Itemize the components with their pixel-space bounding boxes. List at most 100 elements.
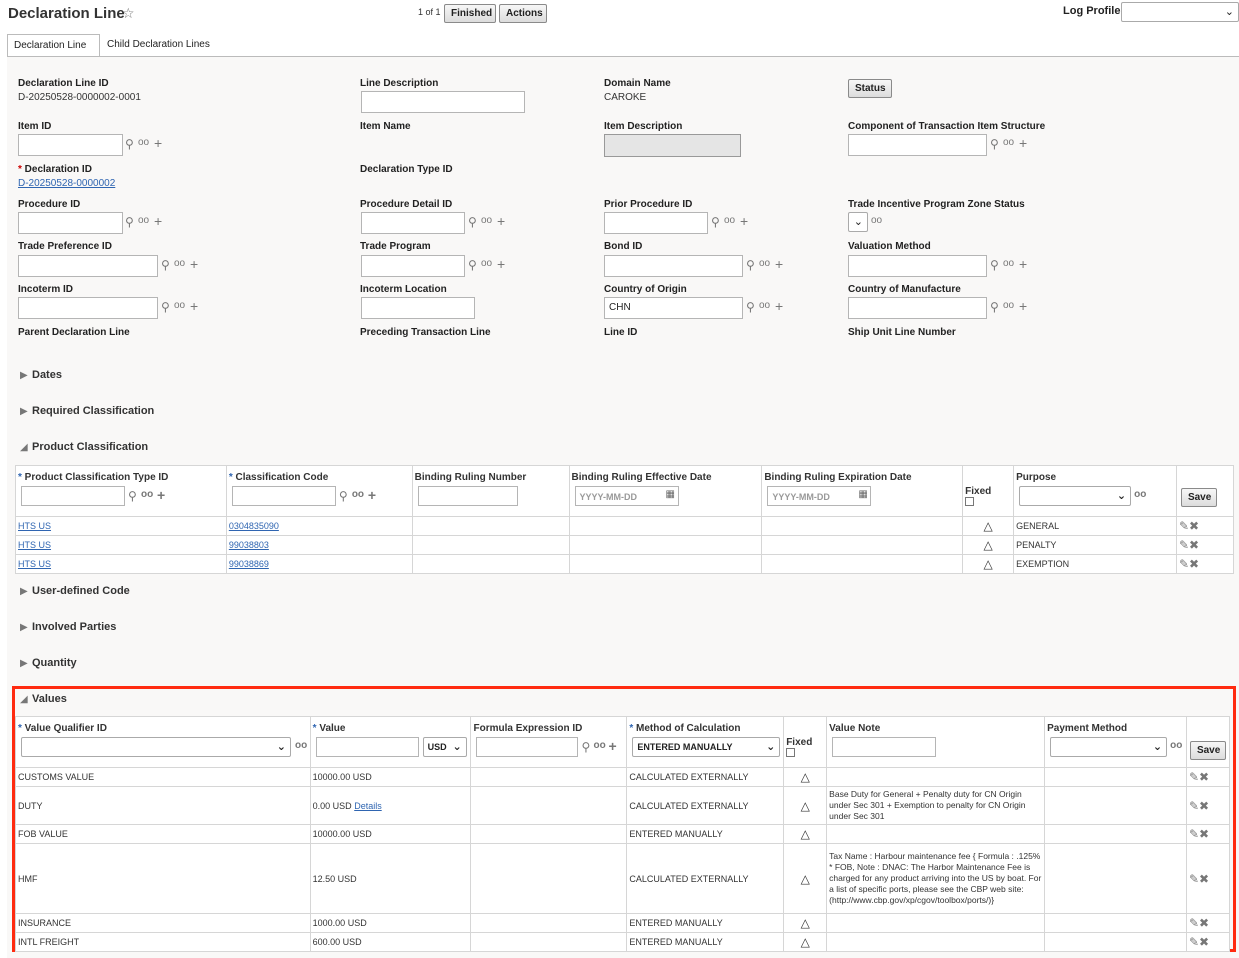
section-values[interactable]: ◢ Values — [20, 693, 67, 705]
glasses-icon[interactable]: oo — [593, 740, 605, 751]
plus-icon[interactable]: + — [608, 738, 616, 754]
delete-icon[interactable]: ✖ — [1189, 519, 1199, 533]
plus-icon[interactable]: + — [1019, 135, 1027, 151]
tab-child-declaration-lines[interactable]: Child Declaration Lines — [101, 34, 221, 57]
plus-icon[interactable]: + — [368, 487, 376, 503]
glasses-icon[interactable]: oo — [174, 300, 185, 311]
bond-id-input[interactable] — [604, 255, 743, 277]
plus-icon[interactable]: + — [497, 213, 505, 229]
edit-icon[interactable]: ✎ — [1189, 916, 1199, 930]
delete-icon[interactable]: ✖ — [1199, 935, 1209, 949]
glasses-icon[interactable]: oo — [481, 258, 492, 269]
edit-icon[interactable]: ✎ — [1189, 770, 1199, 784]
trade-preference-input[interactable] — [18, 255, 158, 277]
product-type-link[interactable]: HTS US — [18, 521, 51, 531]
item-description-textarea[interactable] — [604, 134, 741, 157]
trade-incentive-select[interactable]: ⌄ — [848, 212, 868, 232]
search-icon[interactable]: ⚲ — [468, 258, 477, 272]
search-icon[interactable]: ⚲ — [711, 215, 720, 229]
plus-icon[interactable]: + — [740, 213, 748, 229]
declaration-id-link[interactable]: D-20250528-0000002 — [18, 178, 115, 189]
delete-icon[interactable]: ✖ — [1189, 538, 1199, 552]
classification-code-link[interactable]: 99038869 — [229, 559, 269, 569]
value-note-input[interactable] — [832, 737, 937, 757]
valuation-method-input[interactable] — [848, 255, 987, 277]
glasses-icon[interactable]: oo — [1003, 137, 1014, 148]
delete-icon[interactable]: ✖ — [1199, 827, 1209, 841]
trade-program-input[interactable] — [361, 255, 465, 277]
item-id-input[interactable] — [18, 134, 123, 156]
glasses-icon[interactable]: oo — [138, 137, 149, 148]
glasses-icon[interactable]: oo — [174, 258, 185, 269]
section-quantity[interactable]: ▶ Quantity — [20, 657, 77, 669]
procedure-detail-input[interactable] — [361, 212, 465, 234]
search-icon[interactable]: ⚲ — [581, 740, 590, 754]
search-icon[interactable]: ⚲ — [990, 137, 999, 151]
glasses-icon[interactable]: oo — [1003, 258, 1014, 269]
delete-icon[interactable]: ✖ — [1189, 557, 1199, 571]
plus-icon[interactable]: + — [775, 298, 783, 314]
glasses-icon[interactable]: oo — [1003, 300, 1014, 311]
classification-code-link[interactable]: 0304835090 — [229, 521, 279, 531]
glasses-icon[interactable]: oo — [138, 215, 149, 226]
fixed-checkbox[interactable] — [786, 748, 796, 757]
search-icon[interactable]: ⚲ — [746, 300, 755, 314]
component-input[interactable] — [848, 134, 987, 156]
star-icon[interactable]: ☆ — [122, 5, 135, 22]
edit-icon[interactable]: ✎ — [1189, 935, 1199, 949]
search-icon[interactable]: ⚲ — [468, 215, 477, 229]
save-button[interactable]: Save — [1180, 488, 1217, 507]
edit-icon[interactable]: ✎ — [1189, 872, 1199, 886]
search-icon[interactable]: ⚲ — [990, 300, 999, 314]
incoterm-id-input[interactable] — [18, 297, 158, 319]
line-description-input[interactable] — [361, 91, 525, 113]
expiration-date-input[interactable]: YYYY-MM-DD — [767, 486, 872, 506]
binding-ruling-filter-input[interactable] — [417, 486, 518, 506]
value-qualifier-select[interactable]: ⌄ — [21, 737, 291, 757]
actions-button[interactable]: Actions — [499, 4, 547, 23]
method-select[interactable]: ENTERED MANUALLY ⌄ — [632, 737, 781, 757]
search-icon[interactable]: ⚲ — [161, 258, 170, 272]
classification-code-filter-input[interactable] — [231, 486, 336, 506]
procedure-id-input[interactable] — [18, 212, 123, 234]
plus-icon[interactable]: + — [157, 487, 165, 503]
product-type-link[interactable]: HTS US — [18, 559, 51, 569]
edit-icon[interactable]: ✎ — [1179, 557, 1189, 571]
search-icon[interactable]: ⚲ — [339, 489, 348, 503]
glasses-icon[interactable]: oo — [1170, 740, 1182, 751]
payment-method-select[interactable]: ⌄ — [1050, 737, 1168, 757]
log-profile-select[interactable]: ⌄ — [1121, 2, 1239, 22]
delete-icon[interactable]: ✖ — [1199, 770, 1209, 784]
section-involved-parties[interactable]: ▶ Involved Parties — [20, 621, 116, 633]
currency-select[interactable]: USD ⌄ — [422, 737, 467, 757]
classification-code-link[interactable]: 99038803 — [229, 540, 269, 550]
country-origin-input[interactable]: CHN — [604, 297, 743, 319]
details-link[interactable]: Details — [354, 801, 382, 811]
glasses-icon[interactable]: oo — [352, 489, 364, 500]
delete-icon[interactable]: ✖ — [1199, 916, 1209, 930]
search-icon[interactable]: ⚲ — [746, 258, 755, 272]
glasses-icon[interactable]: oo — [141, 489, 153, 500]
tab-declaration-line[interactable]: Declaration Line — [7, 34, 100, 57]
effective-date-input[interactable]: YYYY-MM-DD — [574, 486, 679, 506]
glasses-icon[interactable]: oo — [724, 215, 735, 226]
search-icon[interactable]: ⚲ — [161, 300, 170, 314]
search-icon[interactable]: ⚲ — [128, 489, 137, 503]
status-button[interactable]: Status — [848, 79, 892, 98]
delete-icon[interactable]: ✖ — [1199, 872, 1209, 886]
prior-procedure-input[interactable] — [604, 212, 708, 234]
search-icon[interactable]: ⚲ — [125, 215, 134, 229]
edit-icon[interactable]: ✎ — [1189, 827, 1199, 841]
product-type-link[interactable]: HTS US — [18, 540, 51, 550]
search-icon[interactable]: ⚲ — [990, 258, 999, 272]
plus-icon[interactable]: + — [190, 256, 198, 272]
fixed-checkbox[interactable] — [965, 497, 975, 506]
glasses-icon[interactable]: oo — [759, 258, 770, 269]
plus-icon[interactable]: + — [1019, 298, 1027, 314]
finished-button[interactable]: Finished — [444, 4, 496, 23]
glasses-icon[interactable]: oo — [871, 215, 882, 226]
glasses-icon[interactable]: oo — [481, 215, 492, 226]
glasses-icon[interactable]: oo — [1134, 489, 1146, 500]
purpose-select[interactable]: ⌄ — [1019, 486, 1132, 506]
calendar-icon[interactable]: ▦ — [666, 489, 675, 500]
